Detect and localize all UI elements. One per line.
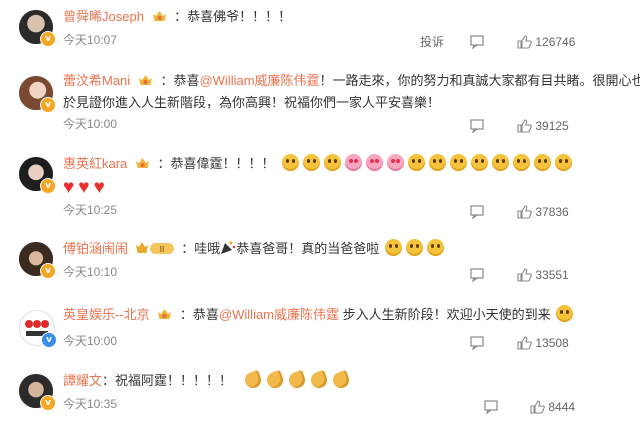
username[interactable]: 譚耀文 [63,373,102,388]
fan-badge-icon [138,75,152,85]
muscle-emoji [330,369,351,391]
like-button[interactable]: 39125 [517,118,569,134]
like-count: 39125 [535,119,569,133]
verified-badge-icon: v [40,395,56,411]
fan-badge-icon [158,309,172,319]
like-count: 13508 [535,336,569,350]
love-emoji [387,154,405,171]
like-count: 126746 [535,35,576,49]
avatar[interactable]: v [19,10,56,47]
comment-time: 今天10:25 [63,203,118,217]
smile-emoji [555,154,573,171]
svg-text:II: II [159,245,164,254]
shy-emoji [426,239,444,256]
smile-emoji [450,154,468,171]
like-count: 8444 [548,400,576,414]
smile-emoji [282,154,300,171]
vip-badge-icon: II [135,242,174,254]
mention-link[interactable]: @William威廉陈伟霆 [219,307,339,322]
avatar[interactable]: v [19,242,56,279]
reply-icon[interactable] [470,34,484,50]
muscle-emoji [264,369,285,391]
verified-badge-icon: v [41,332,57,348]
comment-text: ：恭喜佛爷！！！！ [174,9,292,24]
shy-emoji [384,239,402,256]
smile-emoji [492,154,510,171]
username[interactable]: 傅铂涵闹闹 [63,241,128,256]
reply-icon[interactable] [470,204,484,220]
comment-time: 今天10:35 [63,397,118,411]
comment-text: 步入人生新阶段！欢迎小天使的到来 [339,307,551,322]
love-emoji [366,154,384,171]
comment-time: 今天10:10 [63,265,118,279]
comment-item: v 惠英紅kara ：恭喜偉霆！！！！ ♥ ♥ ♥ 今天10:25 37836 [0,154,640,225]
verified-badge-icon: v [40,263,56,279]
shy-emoji [556,305,574,322]
heart-icon: ♥ [78,177,90,198]
muscle-emoji [286,369,307,391]
comment-text-line2: 於見證你進入人生新階段，為你高興！祝福你們一家人平安喜樂！ [63,95,441,110]
fan-badge-icon [152,11,166,21]
emoji-row [280,154,574,171]
love-emoji [345,154,363,171]
comment-item: v 蕾汶希Mani ：恭喜@William威廉陈伟霆！一路走來，你的努力和真誠大… [0,72,640,136]
avatar[interactable]: v [19,310,57,348]
like-count: 33551 [535,268,569,282]
smile-emoji [534,154,552,171]
comment-text: ：恭喜 [160,73,200,88]
comment-text: ：恭喜 [179,307,219,322]
like-button[interactable]: 33551 [517,267,569,283]
comment-item: v 譚耀文：祝福阿霆！！！！！ 今天10:35 8444 [0,369,640,422]
username[interactable]: 惠英紅kara [63,156,127,171]
mention-link[interactable]: @William威廉陈伟霆 [199,73,319,88]
smile-emoji [324,154,342,171]
smile-emoji [303,154,321,171]
avatar[interactable]: v [19,374,56,411]
emoji-row [242,369,352,391]
username[interactable]: 曾舜晞Joseph [63,9,144,24]
report-button[interactable]: 投诉 [420,34,444,50]
smile-emoji [513,154,531,171]
shy-emoji [405,239,423,256]
username[interactable]: 英皇娱乐--北京 [63,307,150,322]
comment-text: ：恭喜偉霆！！！！ [157,156,275,171]
fan-badge-icon [135,158,149,168]
like-button[interactable]: 37836 [517,204,569,220]
comment-text: ：哇哦 [181,241,221,256]
like-button[interactable]: 126746 [517,34,575,50]
verified-badge-icon: v [40,97,56,113]
comment-time: 今天10:00 [63,117,118,131]
comment-text: ！一路走來，你的努力和真誠大家都有目共睹。很開心也終 [319,73,640,88]
reply-icon[interactable] [484,399,498,415]
like-button[interactable]: 8444 [530,399,575,415]
smile-emoji [429,154,447,171]
avatar[interactable]: v [19,76,56,113]
comment-text: 恭喜爸哥！真的当爸爸啦 [236,241,380,256]
smile-emoji [408,154,426,171]
heart-icon: ♥ [63,177,75,198]
muscle-emoji [242,369,263,391]
like-count: 37836 [535,205,569,219]
comment-item: v 英皇娱乐--北京 ：恭喜@William威廉陈伟霆 步入人生新阶段！欢迎小天… [0,305,640,356]
reply-icon[interactable] [470,335,484,351]
comment-item: v 傅铂涵闹闹 II ：哇哦 恭喜爸哥！真的当爸爸啦 今天10:10 33551 [0,239,640,290]
muscle-emoji [308,369,329,391]
verified-badge-icon: v [40,31,56,47]
reply-icon[interactable] [470,267,484,283]
reply-icon[interactable] [470,118,484,134]
comment-item: v 曾舜晞Joseph ：恭喜佛爷！！！！ 今天10:07 投诉 126746 [0,8,640,60]
like-button[interactable]: 13508 [517,335,569,351]
heart-icon: ♥ [93,177,105,198]
username[interactable]: 蕾汶希Mani [63,73,130,88]
comment-time: 今天10:07 [63,33,118,47]
comment-time: 今天10:00 [63,334,118,348]
party-popper-icon [221,241,236,254]
verified-badge-icon: v [40,178,56,194]
avatar[interactable]: v [19,157,56,194]
smile-emoji [471,154,489,171]
comment-text: ：祝福阿霆！！！！！ [102,373,233,388]
